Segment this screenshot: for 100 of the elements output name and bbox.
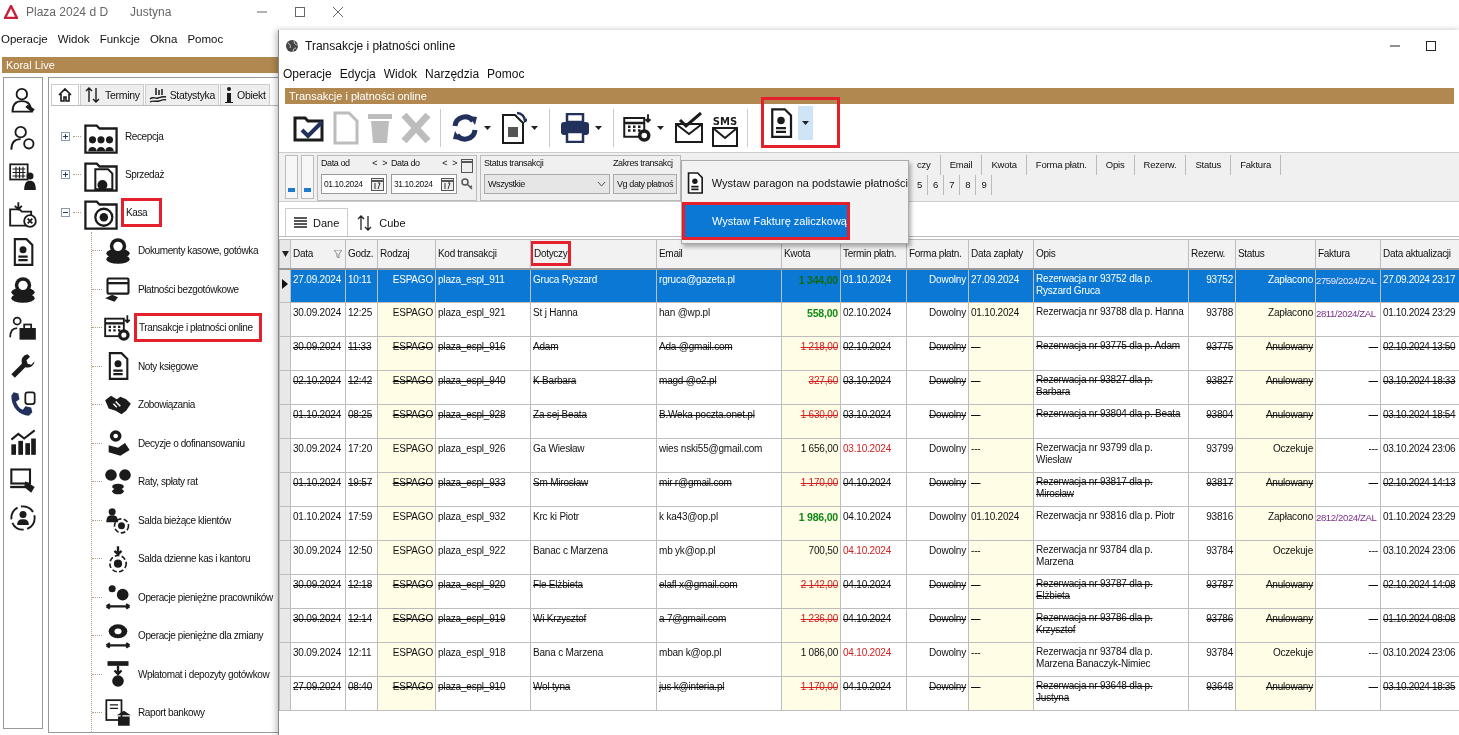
- table-row[interactable]: 30.09.2024 17:20 ESPAGO plaza_espl_926 Ga Wiesław wies nski55@gmail.com 1 656,00 03.10.2024 Dowolny --- Rezerwacja nr 93799 dla p. Wiesław 93799 Oczekuje --- 03.10.2024 23:06: [279, 438, 1459, 473]
- status-cell: Anulowany: [1265, 579, 1313, 590]
- table-row[interactable]: 01.10.2024 08:25 ESPAGO plaza_espl_928 Za sej Beata B.Weka poczta.onet.pl 1 630,00 03.10.2024 Dowolny --- Rezerwacja nr 93804 dla p. Beata 93804 Anulowany --- 03.10.2024 18:54: [279, 404, 1459, 439]
- row-pointer-icon: [282, 279, 288, 290]
- menu-item[interactable]: Wystaw paragon na podstawie płatności: [682, 164, 908, 202]
- menu-item[interactable]: Narzędzia: [425, 67, 480, 81]
- page-number[interactable]: 6: [928, 175, 945, 195]
- tree-item[interactable]: Decyzje o dofinansowaniu: [134, 431, 249, 455]
- amount-cell: 1 170,00: [800, 477, 838, 488]
- table-row[interactable]: 01.10.2024 17:59 ESPAGO plaza_espl_932 Krc ki Piotr k ka43@op.pl 1 986,00 04.10.2024 Dowolny 01.10.2024 Rezerwacja nr 93816 dla p. Piotr 93816 Zapłacono 2812/2024/ZAL 01.10.2024 23:29: [279, 506, 1459, 541]
- description-cell: Rezerwacja nr 93648 dla p. Justyna: [1036, 680, 1153, 703]
- group-column-chip[interactable]: Status: [1186, 155, 1232, 175]
- tree-item[interactable]: Wpłatomat i depozyty gotówkow: [134, 662, 274, 686]
- tree-item[interactable]: Transakcje i płatności online: [134, 313, 262, 343]
- table-row[interactable]: 27.09.2024 10:11 ESPAGO plaza_espl_911 Gruca Ryszard rgruca@gazeta.pl 1 344,00 01.10.2024 Dowolny 27.09.2024 Rezerwacja nr 93752 dla p. Ryszard Gruca 93752 Zapłacono 2759/2024/ZAL 27.09.2024 23:17: [279, 268, 1459, 303]
- page-number[interactable]: 8: [960, 175, 977, 195]
- tab[interactable]: Cube: [348, 208, 415, 236]
- toolbar-button[interactable]: [761, 97, 840, 148]
- date-field[interactable]: 01.10.2024: [321, 174, 387, 194]
- email-cell: a 7@gmail.com: [659, 613, 727, 624]
- column-header[interactable]: Opis: [1036, 248, 1056, 260]
- column-header[interactable]: Status: [1238, 248, 1265, 260]
- table-row[interactable]: 30.09.2024 12:50 ESPAGO plaza_espl_922 Banac c Marzena mb yk@op.pl 700,50 04.10.2024 Dowolny --- Rezerwacja nr 93784 dla p. Marzena 93784 Oczekuje --- 03.10.2024 23:06: [279, 540, 1459, 575]
- column-header[interactable]: Kwota: [784, 248, 811, 260]
- person-coin-icon: [104, 506, 132, 535]
- menu-item[interactable]: Okna: [148, 33, 179, 45]
- page-number[interactable]: 7: [944, 175, 961, 195]
- subject-cell: St j Hanna: [533, 307, 578, 318]
- page-number[interactable]: 9: [976, 175, 993, 195]
- date-cell: 01.10.2024: [293, 477, 342, 488]
- tab[interactable]: Dane: [285, 208, 349, 236]
- table-row[interactable]: 27.09.2024 08:40 ESPAGO plaza_espl_910 Wol tyna jus k@interia.pl 1 170,00 04.10.2024 Dowolny --- Rezerwacja nr 93648 dla p. Justyna 93648 Anulowany --- 03.10.2024 18:35: [279, 676, 1459, 711]
- tree-item[interactable]: Operacje pieniężne dla zmiany: [134, 624, 268, 648]
- expand-icon[interactable]: [61, 132, 70, 141]
- app-logo-icon: [4, 5, 18, 19]
- group-column-chip[interactable]: Forma płatn.: [1026, 155, 1097, 175]
- reservation-cell: 93784: [1206, 545, 1233, 556]
- menu-item[interactable]: Funkcje: [98, 33, 141, 45]
- group-column-chip[interactable]: Email: [940, 155, 983, 175]
- tree-item[interactable]: Raty, spłaty rat: [134, 470, 202, 494]
- column-header[interactable]: Data: [293, 248, 313, 260]
- table-row[interactable]: 30.09.2024 12:11 ESPAGO plaza_espl_918 Bana c Marzena mban k@op.pl 1 086,00 04.10.2024 Dowolny --- Rezerwacja nr 93784 dla p. Marzena Banaczyk-Nimiec 93784 Oczekuje --- 03.10.2024 23:06: [279, 642, 1459, 677]
- group-column-chip[interactable]: Faktura: [1231, 155, 1281, 175]
- tree-item[interactable]: Recepcja: [121, 125, 168, 148]
- column-header[interactable]: Faktura: [1318, 248, 1350, 260]
- list-icon: [294, 216, 307, 229]
- description-cell: Rezerwacja nr 93827 dla p. Barbara: [1036, 374, 1153, 397]
- page-number[interactable]: 5: [917, 175, 929, 195]
- splitter-handle[interactable]: [285, 155, 298, 199]
- table-row[interactable]: 30.09.2024 12:25 ESPAGO plaza_espl_921 St j Hanna han @wp.pl 558,00 02.10.2024 Dowolny 01.10.2024 Rezerwacja nr 93788 dla p. Hanna 93788 Zapłacono 2811/2024/ZAL 01.10.2024 23:29: [279, 302, 1459, 337]
- table-row[interactable]: 02.10.2024 12:42 ESPAGO plaza_espl_940 K Barbara magd @o2.pl 327,60 03.10.2024 Dowolny --- Rezerwacja nr 93827 dla p. Barbara 93827 Anulowany --- 03.10.2024 18:33: [279, 370, 1459, 405]
- dropdown-field[interactable]: Vg daty płatnoś: [613, 174, 677, 194]
- menu-item[interactable]: Pomoc: [186, 33, 225, 45]
- next-arrow[interactable]: >: [382, 158, 387, 170]
- tab[interactable]: Obiekt: [220, 84, 270, 105]
- due-date-cell: 04.10.2024: [843, 579, 892, 590]
- tree-item[interactable]: Operacje pieniężne pracowników: [134, 585, 277, 609]
- menu-item[interactable]: Pomoc: [487, 67, 525, 81]
- splitter-handle[interactable]: [301, 155, 314, 199]
- table-row[interactable]: 30.09.2024 11:33 ESPAGO plaza_espl_916 Adam Ada @gmail.com 1 218,00 02.10.2024 Dowolny --- Rezerwacja nr 93775 dla p. Adam 93775 Anulowany --- 02.10.2024 13:50: [279, 336, 1459, 371]
- table-row[interactable]: 30.09.2024 12:14 ESPAGO plaza_espl_919 Wi Krzysztof a 7@gmail.com 1 236,00 04.10.2024 Dowolny --- Rezerwacja nr 93786 dla p. Krzysztof 93786 Anulowany --- 01.10.2024 08:08: [279, 608, 1459, 643]
- tab[interactable]: Terminy: [80, 84, 144, 105]
- table-row[interactable]: 01.10.2024 19:57 ESPAGO plaza_espl_933 Sm Mirosław mir r@gmail.com 1 170,00 04.10.2024 Dowolny --- Rezerwacja nr 93817 dla p. Mirosław 93817 Anulowany --- 02.10.2024 14:13: [279, 472, 1459, 507]
- menu-item[interactable]: Operacje: [0, 33, 49, 45]
- menu-item[interactable]: Wystaw Fakturę zaliczkową: [682, 202, 850, 240]
- next-arrow[interactable]: >: [452, 158, 457, 170]
- group-column-chip[interactable]: czy: [917, 155, 941, 175]
- column-header[interactable]: Email: [659, 248, 683, 260]
- table-row[interactable]: 30.09.2024 12:18 ESPAGO plaza_espl_920 Fle Elżbieta elafl x@gmail.com 2 142,00 04.10.2024 Dowolny --- Rezerwacja nr 93787 dla p. Elżbieta 93787 Anulowany --- 02.10.2024 14:08: [279, 574, 1459, 609]
- group-column-chip[interactable]: Kwota: [982, 155, 1027, 175]
- tree-item[interactable]: Zobowiązania: [134, 393, 199, 417]
- menu-item[interactable]: Widok: [56, 33, 91, 45]
- sms-button[interactable]: SMS: [710, 108, 740, 148]
- subject-cell: Gruca Ryszard: [533, 273, 598, 285]
- expand-icon[interactable]: [61, 170, 70, 179]
- column-header[interactable]: Dotyczy: [531, 241, 572, 267]
- time-cell: 12:42: [348, 375, 373, 386]
- menu-item[interactable]: Widok: [383, 67, 418, 81]
- previous-arrow[interactable]: <: [372, 158, 378, 170]
- code-cell: plaza_espl_910: [438, 681, 506, 692]
- tree-item[interactable]: Dokumenty kasowe, gotówka: [134, 239, 263, 263]
- tab[interactable]: [51, 84, 79, 105]
- window-title: Plaza 2024 d D: [26, 5, 109, 19]
- type-cell: ESPAGO: [392, 307, 433, 318]
- tree-item[interactable]: Płatności bezgotówkowe: [134, 277, 243, 301]
- dropdown-field[interactable]: Wszystkie: [484, 174, 610, 194]
- tree-item[interactable]: Sprzedaż: [121, 163, 169, 186]
- tree-item[interactable]: Salda dzienne kas i kantoru: [134, 547, 255, 571]
- date-cell: 30.09.2024: [293, 545, 342, 556]
- tree-item[interactable]: Kasa: [121, 198, 163, 227]
- collapse-icon[interactable]: [61, 208, 70, 217]
- payment-form-cell: Dowolny: [929, 613, 966, 624]
- previous-arrow[interactable]: <: [442, 158, 448, 170]
- date-field[interactable]: 31.10.2024: [391, 174, 457, 194]
- tree-item[interactable]: Noty księgowe: [134, 354, 202, 378]
- tree-item[interactable]: Raport bankowy: [134, 701, 209, 725]
- group-column-chip[interactable]: Rezerw.: [1134, 155, 1187, 175]
- tree-item[interactable]: Salda bieżące klientów: [134, 508, 235, 532]
- group-column-chip[interactable]: Opis: [1096, 155, 1135, 175]
- tab[interactable]: Statystyka: [144, 84, 220, 105]
